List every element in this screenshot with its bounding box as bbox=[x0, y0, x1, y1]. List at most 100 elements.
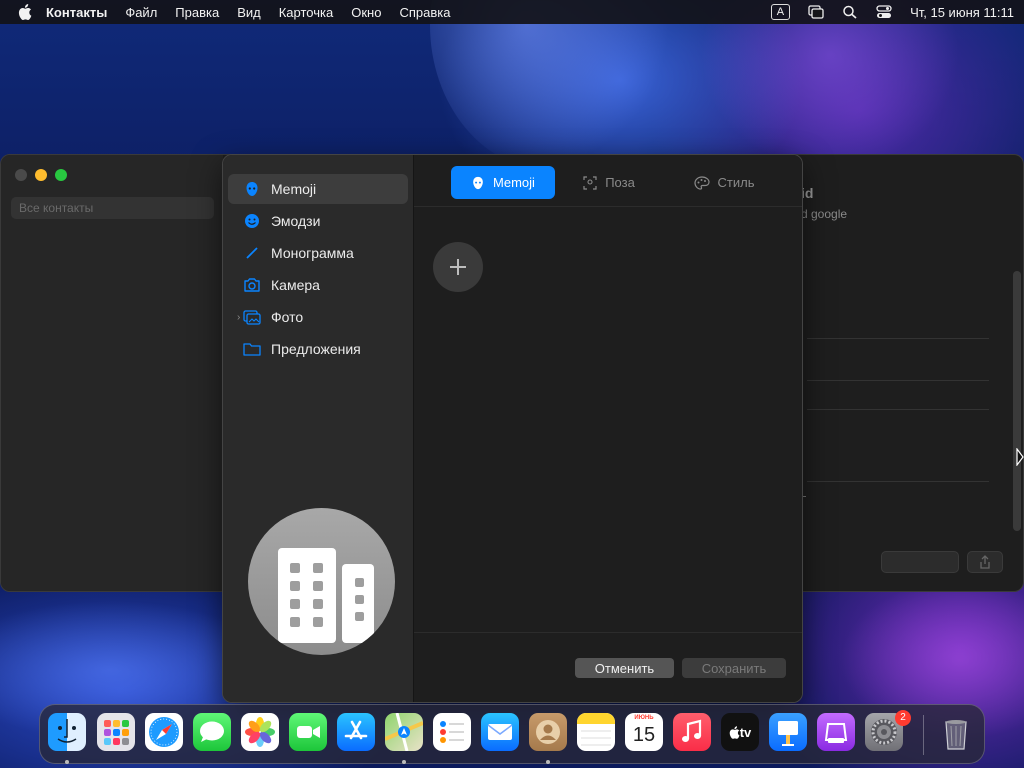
dock-contacts-icon[interactable] bbox=[529, 713, 567, 751]
contact-photo-picker: Memoji Эмодзи Монограмма Камера › Фото П… bbox=[222, 154, 803, 703]
menu-edit[interactable]: Правка bbox=[175, 5, 219, 20]
zoom-window-button[interactable] bbox=[55, 169, 67, 181]
contacts-search-field[interactable]: Все контакты bbox=[11, 197, 214, 219]
sidebar-item-emoji[interactable]: Эмодзи bbox=[228, 206, 408, 236]
dock-music-icon[interactable] bbox=[673, 713, 711, 751]
menu-bar: Контакты Файл Правка Вид Карточка Окно С… bbox=[0, 0, 1024, 24]
memoji-content-area: Memoji Поза Стиль Отменить Сохранить bbox=[414, 155, 802, 702]
wallpaper-swirl bbox=[700, 0, 960, 170]
sidebar-item-label: Фото bbox=[271, 309, 304, 325]
tab-pose[interactable]: Поза bbox=[574, 166, 644, 199]
memoji-tabs: Memoji Поза Стиль bbox=[414, 155, 802, 207]
dock-maps-icon[interactable] bbox=[385, 713, 423, 751]
memoji-icon bbox=[243, 180, 261, 198]
sidebar-item-camera[interactable]: Камера bbox=[228, 270, 408, 300]
tv-label: tv bbox=[739, 724, 752, 740]
photos-folder-icon bbox=[243, 308, 261, 326]
minimize-window-button[interactable] bbox=[35, 169, 47, 181]
spotlight-search-icon[interactable] bbox=[842, 5, 858, 19]
contacts-sidebar bbox=[1, 155, 223, 591]
control-center-icon[interactable] bbox=[876, 5, 892, 19]
calendar-day: 15 bbox=[632, 724, 656, 746]
dock-notes-icon[interactable] bbox=[577, 713, 615, 751]
sidebar-item-suggestions[interactable]: Предложения bbox=[228, 334, 408, 364]
window-traffic-lights bbox=[15, 169, 67, 181]
dock: ИЮНЬ 15 tv 2 bbox=[39, 704, 985, 764]
emoji-icon bbox=[243, 212, 261, 230]
plus-icon bbox=[450, 259, 466, 275]
dock-running-indicator bbox=[402, 760, 406, 764]
dock-finder-icon[interactable] bbox=[48, 713, 86, 751]
divider bbox=[803, 496, 806, 497]
pencil-icon bbox=[243, 244, 261, 262]
company-building-icon bbox=[278, 548, 374, 643]
dock-reminders-icon[interactable] bbox=[433, 713, 471, 751]
photo-source-sidebar: Memoji Эмодзи Монограмма Камера › Фото П… bbox=[223, 155, 414, 702]
dock-trash-icon[interactable] bbox=[937, 713, 975, 751]
notification-badge: 2 bbox=[895, 710, 911, 726]
dock-messages-icon[interactable] bbox=[193, 713, 231, 751]
footer-divider bbox=[414, 632, 802, 633]
sidebar-item-label: Эмодзи bbox=[271, 213, 321, 229]
wallpaper-swirl bbox=[430, 0, 670, 170]
dock-podcasts-icon[interactable] bbox=[817, 713, 855, 751]
folder-icon bbox=[243, 340, 261, 358]
tab-label: Поза bbox=[605, 175, 635, 190]
menu-file[interactable]: Файл bbox=[125, 5, 157, 20]
menu-clock[interactable]: Чт, 15 июня 11:11 bbox=[910, 5, 1014, 20]
save-button[interactable]: Сохранить bbox=[682, 658, 786, 678]
contact-subtitle: d google bbox=[801, 207, 848, 221]
add-memoji-button[interactable] bbox=[433, 242, 483, 292]
sidebar-item-memoji[interactable]: Memoji bbox=[228, 174, 408, 204]
dock-running-indicator bbox=[546, 760, 550, 764]
menu-app-name[interactable]: Контакты bbox=[46, 5, 107, 20]
tab-memoji[interactable]: Memoji bbox=[451, 166, 555, 199]
input-source-indicator[interactable]: A bbox=[770, 4, 791, 20]
dock-mail-icon[interactable] bbox=[481, 713, 519, 751]
dock-facetime-icon[interactable] bbox=[289, 713, 327, 751]
cancel-button[interactable]: Отменить bbox=[575, 658, 674, 678]
tab-label: Стиль bbox=[717, 175, 755, 190]
apple-menu-icon[interactable] bbox=[18, 4, 32, 20]
dock-photos-icon[interactable] bbox=[241, 713, 279, 751]
divider bbox=[807, 338, 989, 339]
sidebar-item-label: Камера bbox=[271, 277, 320, 293]
tab-label: Memoji bbox=[493, 175, 535, 190]
share-contact-button[interactable] bbox=[967, 551, 1003, 573]
divider bbox=[807, 481, 989, 482]
calendar-month: ИЮНЬ bbox=[634, 715, 654, 721]
screen-mirroring-icon[interactable] bbox=[808, 5, 824, 19]
sidebar-item-monogram[interactable]: Монограмма bbox=[228, 238, 408, 268]
dock-launchpad-icon[interactable] bbox=[97, 713, 135, 751]
dock-separator bbox=[923, 715, 924, 755]
dock-running-indicator bbox=[65, 760, 69, 764]
dock-app-store-icon[interactable] bbox=[337, 713, 375, 751]
contacts-scrollbar[interactable] bbox=[1013, 271, 1021, 531]
disclosure-chevron-icon[interactable]: › bbox=[237, 312, 240, 323]
sidebar-item-photos[interactable]: › Фото bbox=[228, 302, 408, 332]
menu-view[interactable]: Вид bbox=[237, 5, 261, 20]
edit-contact-button[interactable] bbox=[881, 551, 959, 573]
pose-icon bbox=[583, 175, 597, 190]
memoji-icon bbox=[473, 176, 483, 189]
sidebar-item-label: Предложения bbox=[271, 341, 361, 357]
share-icon bbox=[980, 555, 990, 569]
tab-style[interactable]: Стиль bbox=[674, 166, 774, 199]
mouse-cursor-icon bbox=[1016, 448, 1024, 466]
divider bbox=[807, 409, 989, 410]
sidebar-item-label: Монограмма bbox=[271, 245, 354, 261]
menu-help[interactable]: Справка bbox=[399, 5, 450, 20]
divider bbox=[807, 380, 989, 381]
style-icon bbox=[693, 175, 710, 190]
apple-logo-icon bbox=[729, 725, 740, 739]
dock-safari-icon[interactable] bbox=[145, 713, 183, 751]
menu-window[interactable]: Окно bbox=[351, 5, 381, 20]
dock-tv-icon[interactable]: tv bbox=[721, 713, 759, 751]
close-window-button[interactable] bbox=[15, 169, 27, 181]
camera-icon bbox=[243, 276, 261, 294]
menu-card[interactable]: Карточка bbox=[279, 5, 333, 20]
contact-avatar-preview bbox=[248, 508, 395, 655]
dock-calendar-icon[interactable]: ИЮНЬ 15 bbox=[625, 713, 663, 751]
dock-keynote-icon[interactable] bbox=[769, 713, 807, 751]
sidebar-item-label: Memoji bbox=[271, 181, 317, 197]
